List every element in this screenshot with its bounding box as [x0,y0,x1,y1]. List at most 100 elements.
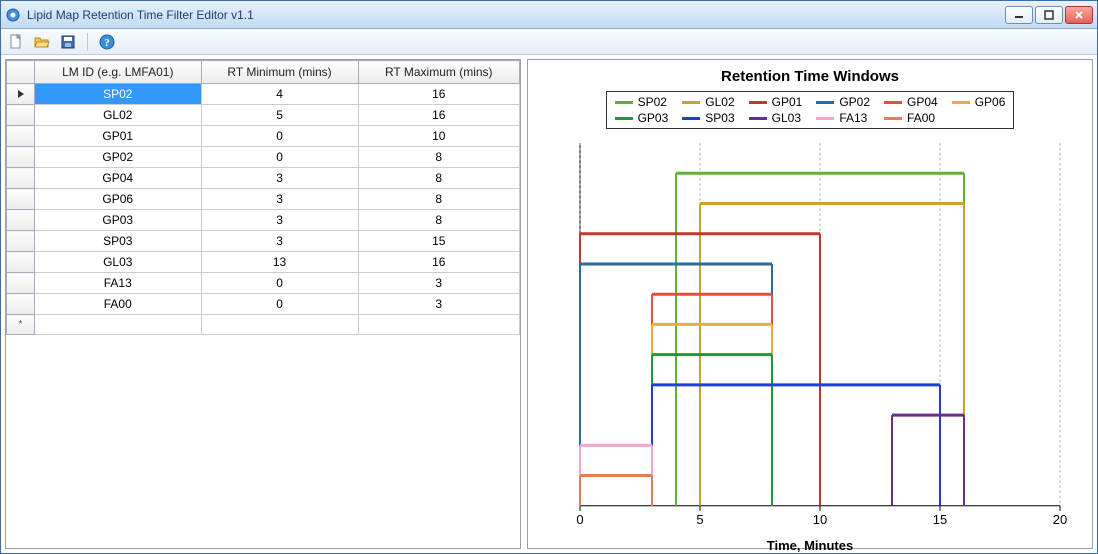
cell-rtmax[interactable]: 8 [358,168,519,189]
table-row[interactable]: SP03315 [7,231,520,252]
minimize-button[interactable] [1005,6,1033,24]
cell-rtmin[interactable]: 0 [201,126,358,147]
cell-rtmax[interactable]: 8 [358,147,519,168]
row-indicator[interactable] [7,189,35,210]
cell-id[interactable]: GL03 [35,252,202,273]
cell-rtmin[interactable]: 3 [201,168,358,189]
table-row[interactable]: GL02516 [7,105,520,126]
svg-text:5: 5 [696,512,703,527]
legend-item: GL03 [749,111,803,125]
cell-rtmax[interactable] [358,315,519,335]
cell-rtmin[interactable]: 3 [201,231,358,252]
cell-rtmax[interactable]: 15 [358,231,519,252]
svg-text:?: ? [104,37,110,49]
chart-pane: Retention Time Windows SP02GL02GP01GP02G… [527,59,1093,549]
cell-id[interactable] [35,315,202,335]
row-indicator[interactable] [7,294,35,315]
svg-text:20: 20 [1053,512,1067,527]
cell-id[interactable]: GP06 [35,189,202,210]
column-header-rtmin[interactable]: RT Minimum (mins) [201,61,358,84]
cell-rtmax[interactable]: 10 [358,126,519,147]
app-icon [5,7,21,23]
new-file-button[interactable] [5,31,27,53]
legend-label: FA00 [907,111,935,125]
row-indicator[interactable] [7,105,35,126]
cell-rtmin[interactable]: 5 [201,105,358,126]
table-row[interactable]: GP0338 [7,210,520,231]
table-row[interactable]: FA0003 [7,294,520,315]
cell-rtmin[interactable]: 0 [201,294,358,315]
cell-id[interactable]: FA13 [35,273,202,294]
cell-id[interactable]: SP02 [35,84,202,105]
cell-rtmax[interactable]: 16 [358,252,519,273]
legend-label: GL02 [705,95,734,109]
row-indicator[interactable] [7,273,35,294]
open-file-button[interactable] [31,31,53,53]
row-indicator[interactable] [7,231,35,252]
row-indicator[interactable] [7,168,35,189]
row-indicator[interactable] [7,126,35,147]
cell-rtmin[interactable]: 13 [201,252,358,273]
table-row[interactable]: FA1303 [7,273,520,294]
cell-id[interactable]: GP03 [35,210,202,231]
legend-item: SP02 [615,95,669,109]
row-indicator[interactable] [7,84,35,105]
help-button[interactable]: ? [96,31,118,53]
cell-rtmax[interactable]: 3 [358,273,519,294]
legend-item: FA00 [884,111,938,125]
row-indicator[interactable] [7,147,35,168]
cell-rtmin[interactable]: 0 [201,273,358,294]
close-button[interactable] [1065,6,1093,24]
toolbar-separator [87,33,88,51]
retention-time-table[interactable]: LM ID (e.g. LMFA01) RT Minimum (mins) RT… [6,60,520,335]
legend-swatch [749,101,767,104]
table-row[interactable]: GP0208 [7,147,520,168]
table-row[interactable]: GP0438 [7,168,520,189]
cell-rtmax[interactable]: 16 [358,105,519,126]
table-new-row[interactable]: * [7,315,520,335]
table-row[interactable]: GP0638 [7,189,520,210]
legend-label: FA13 [839,111,867,125]
table-row[interactable]: SP02416 [7,84,520,105]
cell-id[interactable]: FA00 [35,294,202,315]
data-grid-pane[interactable]: LM ID (e.g. LMFA01) RT Minimum (mins) RT… [5,59,521,549]
legend-item: GP03 [615,111,669,125]
legend-swatch [615,101,633,104]
column-header-id[interactable]: LM ID (e.g. LMFA01) [35,61,202,84]
row-indicator[interactable] [7,252,35,273]
cell-rtmax[interactable]: 3 [358,294,519,315]
new-row-indicator[interactable]: * [7,315,35,335]
content-area: LM ID (e.g. LMFA01) RT Minimum (mins) RT… [1,55,1097,553]
cell-id[interactable]: GL02 [35,105,202,126]
chart-plot-area: 05101520 [540,133,1080,536]
cell-id[interactable]: GP02 [35,147,202,168]
cell-rtmin[interactable]: 0 [201,147,358,168]
table-row[interactable]: GP01010 [7,126,520,147]
cell-rtmin[interactable] [201,315,358,335]
chart-title: Retention Time Windows [540,68,1080,85]
cell-rtmax[interactable]: 8 [358,210,519,231]
cell-rtmin[interactable]: 3 [201,189,358,210]
legend-item: GL02 [682,95,734,109]
cell-rtmax[interactable]: 16 [358,84,519,105]
cell-rtmax[interactable]: 8 [358,189,519,210]
save-file-button[interactable] [57,31,79,53]
column-header-rtmax[interactable]: RT Maximum (mins) [358,61,519,84]
row-indicator[interactable] [7,210,35,231]
cell-id[interactable]: GP01 [35,126,202,147]
legend-item: GP04 [884,95,938,109]
legend-item: GP02 [816,95,870,109]
cell-rtmin[interactable]: 4 [201,84,358,105]
cell-id[interactable]: SP03 [35,231,202,252]
legend-item: SP03 [682,111,734,125]
svg-text:10: 10 [813,512,827,527]
legend-swatch [884,101,902,104]
maximize-button[interactable] [1035,6,1063,24]
legend-swatch [682,101,700,104]
window-title: Lipid Map Retention Time Filter Editor v… [27,8,1005,22]
cell-rtmin[interactable]: 3 [201,210,358,231]
table-row[interactable]: GL031316 [7,252,520,273]
legend-swatch [816,117,834,120]
legend-label: GL03 [772,111,801,125]
cell-id[interactable]: GP04 [35,168,202,189]
